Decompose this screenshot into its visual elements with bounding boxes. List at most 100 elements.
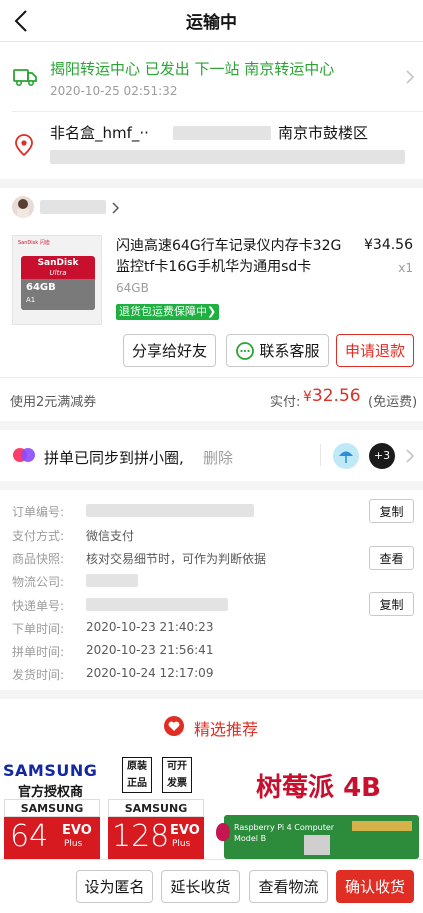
badge-label: 退货包运费保障中 (119, 305, 207, 318)
tracking-number-label: 快递单号: (12, 599, 65, 613)
card-brand: SAMSUNG (108, 799, 204, 817)
card-brand-small: SanDisk 闪迪 (18, 240, 50, 246)
section-gap (0, 481, 423, 490)
logistics-status: 揭阳转运中心 已发出 下一站 南京转运中心 (50, 60, 335, 78)
paid-label: 实付: (270, 395, 301, 410)
contact-service-button[interactable]: 联系客服 (226, 334, 329, 367)
snapshot-value: 核对交易细节时，可作为判断依据 (86, 552, 267, 566)
tag-text: 正品 (127, 778, 147, 789)
pindan-delete-link[interactable]: 删除 (203, 447, 233, 468)
order-number-label: 订单编号: (12, 505, 65, 519)
promo-raspberry-card[interactable]: 树莓派 4B Raspberry Pi 4 Computer Model B (214, 755, 423, 859)
card-brand: SanDisk (37, 258, 79, 268)
currency-symbol: ¥ (303, 389, 312, 405)
contact-service-label: 联系客服 (259, 342, 320, 360)
divider (12, 111, 423, 112)
card-evo: EVO (170, 823, 200, 838)
view-snapshot-button[interactable]: 查看 (369, 546, 414, 570)
genuine-tag: 原装 正品 (122, 757, 152, 793)
pi-board-graphic: Raspberry Pi 4 Computer Model B (224, 815, 419, 859)
pindan-logo-icon (13, 448, 35, 462)
paid-value: 32.56 (311, 386, 361, 406)
chat-bubble-icon (236, 341, 255, 360)
order-detail-page: 运输中 揭阳转运中心 已发出 下一站 南京转运中心 2020-10-25 02:… (0, 0, 423, 913)
chevron-right-icon (406, 70, 415, 84)
card-brand: SAMSUNG (4, 799, 100, 817)
section-gap (0, 690, 423, 699)
card-plus: Plus (172, 839, 191, 849)
confirm-receipt-button[interactable]: 确认收货 (336, 870, 414, 903)
shipping-note: (免运费) (368, 395, 418, 410)
card-series: Ultra (49, 269, 67, 277)
board-label: Raspberry Pi 4 Computer (234, 823, 335, 832)
copy-order-number-button[interactable]: 复制 (369, 499, 414, 523)
chevron-right-icon: ❯ (207, 305, 217, 318)
card-plus: Plus (64, 839, 83, 849)
blurred-shop-name (40, 200, 106, 214)
extend-receipt-button[interactable]: 延长收货 (161, 870, 240, 903)
card-evo: EVO (62, 823, 92, 838)
coupon-text: 使用2元满减券 (10, 395, 97, 410)
copy-tracking-button[interactable]: 复制 (369, 592, 414, 616)
receiver-city: 南京市鼓楼区 (278, 124, 369, 142)
page-title: 运输中 (186, 13, 237, 33)
more-friends-badge[interactable]: +3 (369, 443, 395, 469)
board-model: Model B (234, 834, 267, 843)
logistics-time: 2020-10-25 02:51:32 (50, 84, 178, 98)
card-capacity: 64 (10, 819, 49, 854)
order-time-label: 下单时间: (12, 622, 65, 636)
samsung-card-128: SAMSUNG 128 EVO Plus (108, 799, 204, 859)
promo-title: 树莓派 4B (256, 773, 381, 803)
blurred-tracking-number (86, 598, 228, 611)
blurred-courier (86, 574, 138, 587)
snapshot-label: 商品快照: (12, 552, 65, 566)
card-capacity: 128 (112, 819, 170, 854)
order-time-value: 2020-10-23 21:40:23 (86, 620, 214, 634)
promo-samsung-card[interactable]: SAMSUNG 官方授权商 原装正品 可开发票 SAMSUNG 64 EVO P… (0, 755, 209, 859)
ship-time-value: 2020-10-24 12:17:09 (86, 666, 214, 680)
product-image[interactable]: SanDisk 闪迪 SanDisk Ultra 64GB A1 (12, 235, 102, 325)
divider (0, 377, 423, 378)
payment-method-label: 支付方式: (12, 529, 65, 543)
promo-auth: 官方授权商 (18, 785, 84, 800)
location-pin-icon (15, 134, 33, 157)
product-quantity: x1 (398, 261, 413, 275)
truck-icon (13, 69, 37, 86)
anonymous-button[interactable]: 设为匿名 (76, 870, 153, 903)
group-time-value: 2020-10-23 21:56:41 (86, 643, 214, 657)
sd-card-graphic: SanDisk Ultra 64GB A1 (21, 256, 95, 310)
view-logistics-button[interactable]: 查看物流 (249, 870, 328, 903)
receiver-name: 非名盒_hmf_·· (50, 124, 149, 142)
card-capacity: 64GB (26, 282, 56, 293)
section-gap (0, 179, 423, 188)
tag-text: 可开 (167, 761, 187, 772)
invoice-tag: 可开 发票 (162, 757, 192, 793)
courier-company-label: 物流公司: (12, 575, 65, 589)
blurred-address (50, 150, 405, 164)
pindan-sync-text: 拼单已同步到拼小圈, (44, 449, 184, 467)
return-shipping-badge[interactable]: 退货包运费保障中❯ (116, 304, 220, 320)
chevron-right-icon (112, 202, 120, 214)
friend-avatar[interactable] (333, 443, 359, 469)
paid-amount: ¥32.56 (303, 386, 361, 406)
promo-brand: SAMSUNG (3, 761, 98, 780)
blurred-phone (173, 126, 271, 140)
section-gap (0, 421, 423, 430)
product-spec: 64GB (116, 281, 149, 295)
tag-text: 原装 (127, 761, 147, 772)
heart-badge-icon (164, 716, 184, 736)
group-time-label: 拼单时间: (12, 645, 65, 659)
card-class: A1 (26, 296, 36, 304)
chevron-right-icon (406, 449, 415, 463)
ship-time-label: 发货时间: (12, 668, 65, 682)
shop-avatar[interactable] (12, 196, 34, 218)
divider (320, 444, 321, 466)
share-button[interactable]: 分享给好友 (123, 334, 216, 367)
tag-text: 发票 (167, 778, 187, 789)
product-title[interactable]: 闪迪高速64G行车记录仪内存卡32G监控tf卡16G手机华为通用sd卡 (116, 236, 348, 278)
refund-button[interactable]: 申请退款 (336, 334, 414, 367)
recommend-title: 精选推荐 (194, 720, 259, 739)
blurred-order-number (86, 504, 254, 517)
samsung-card-64: SAMSUNG 64 EVO Plus (4, 799, 100, 859)
product-price: ¥34.56 (364, 237, 413, 253)
